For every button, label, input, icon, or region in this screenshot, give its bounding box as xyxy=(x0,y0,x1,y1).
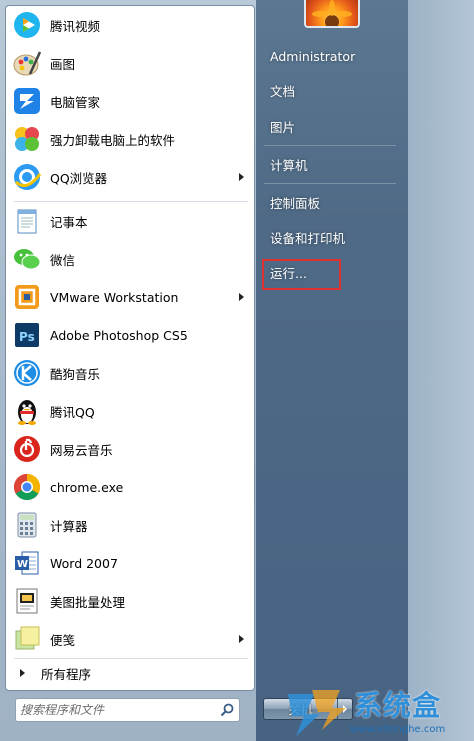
program-item-paint[interactable]: 画图 xyxy=(8,45,252,81)
vmware-icon xyxy=(11,281,43,313)
program-item-photoshop[interactable]: Ps Adobe Photoshop CS5 xyxy=(8,317,252,353)
program-item-chrome[interactable]: chrome.exe xyxy=(8,469,252,505)
places-item-computer[interactable]: 计算机 xyxy=(264,152,396,176)
program-label: VMware Workstation xyxy=(50,289,179,305)
program-label: 画图 xyxy=(50,56,76,72)
program-label: 酷狗音乐 xyxy=(50,366,101,382)
svg-text:Ps: Ps xyxy=(19,330,35,344)
program-item-notepad[interactable]: 记事本 xyxy=(8,203,252,239)
program-item-vmware[interactable]: VMware Workstation xyxy=(8,279,252,315)
divider xyxy=(14,658,248,659)
program-label: chrome.exe xyxy=(50,479,124,495)
user-avatar[interactable] xyxy=(304,0,360,28)
tencent-video-icon xyxy=(11,9,43,41)
expand-arrow-icon xyxy=(20,669,25,677)
program-item-meitu-batch[interactable]: 美图批量处理 xyxy=(8,583,252,619)
programs-pane: 腾讯视频 画图 电脑管家 强力卸载电脑上的软件 QQ浏览器 记事本 微信 VMw… xyxy=(5,5,255,691)
places-item-devices-printers[interactable]: 设备和打印机 xyxy=(264,225,396,249)
program-item-kugou[interactable]: 酷狗音乐 xyxy=(8,355,252,391)
program-label: 腾讯QQ xyxy=(50,404,95,420)
search-icon[interactable] xyxy=(220,703,234,717)
search-input[interactable] xyxy=(20,701,210,719)
watermark-url: www.xitonghe.com xyxy=(350,724,446,735)
pc-manager-icon xyxy=(11,85,43,117)
program-item-tencent-video[interactable]: 腾讯视频 xyxy=(8,7,252,43)
photoshop-icon: Ps xyxy=(11,319,43,351)
qq-browser-icon xyxy=(11,161,43,193)
program-item-uninstall[interactable]: 强力卸载电脑上的软件 xyxy=(8,121,252,157)
watermark-text: 系统盒 xyxy=(354,689,442,722)
uninstall-icon xyxy=(11,123,43,155)
desktop-edge xyxy=(408,0,474,741)
watermark: 系统盒 www.xitonghe.com xyxy=(286,684,472,740)
places-pane xyxy=(256,0,408,741)
submenu-arrow-icon[interactable] xyxy=(239,173,244,181)
places-item-pictures[interactable]: 图片 xyxy=(264,114,396,138)
all-programs-label: 所有程序 xyxy=(41,666,92,682)
divider xyxy=(264,183,396,184)
places-item-user[interactable]: Administrator xyxy=(264,44,396,68)
program-item-calculator[interactable]: 计算器 xyxy=(8,507,252,543)
meitu-batch-icon xyxy=(11,585,43,617)
start-menu: 腾讯视频 画图 电脑管家 强力卸载电脑上的软件 QQ浏览器 记事本 微信 VMw… xyxy=(0,0,474,741)
flower-picture-icon xyxy=(312,0,352,26)
paint-icon xyxy=(11,47,43,79)
program-label: 记事本 xyxy=(50,214,88,230)
divider xyxy=(14,201,248,202)
places-item-documents[interactable]: 文档 xyxy=(264,78,396,102)
program-item-qq-browser[interactable]: QQ浏览器 xyxy=(8,159,252,195)
program-item-netease-music[interactable]: 网易云音乐 xyxy=(8,431,252,467)
divider xyxy=(264,145,396,146)
program-item-pc-manager[interactable]: 电脑管家 xyxy=(8,83,252,119)
program-label: 电脑管家 xyxy=(50,94,101,110)
qq-penguin-icon xyxy=(11,395,43,427)
program-label: Word 2007 xyxy=(50,555,118,571)
sticky-notes-icon xyxy=(11,623,43,655)
program-label: QQ浏览器 xyxy=(50,170,108,186)
program-label: 腾讯视频 xyxy=(50,18,101,34)
all-programs-button[interactable]: 所有程序 xyxy=(8,662,252,684)
program-label: 微信 xyxy=(50,252,76,268)
wechat-icon xyxy=(11,243,43,275)
program-item-qq[interactable]: 腾讯QQ xyxy=(8,393,252,429)
program-label: 强力卸载电脑上的软件 xyxy=(50,132,176,148)
netease-music-icon xyxy=(11,433,43,465)
places-item-control-panel[interactable]: 控制面板 xyxy=(264,190,396,214)
program-item-wechat[interactable]: 微信 xyxy=(8,241,252,277)
program-label: Adobe Photoshop CS5 xyxy=(50,327,188,343)
submenu-arrow-icon[interactable] xyxy=(239,293,244,301)
watermark-logo-icon xyxy=(288,690,346,736)
run-highlight-box xyxy=(262,259,341,290)
notepad-icon xyxy=(11,205,43,237)
program-label: 计算器 xyxy=(50,518,88,534)
program-label: 网易云音乐 xyxy=(50,442,113,458)
search-box[interactable] xyxy=(15,698,240,722)
submenu-arrow-icon[interactable] xyxy=(239,635,244,643)
word-icon: W xyxy=(11,547,43,579)
program-item-word[interactable]: W Word 2007 xyxy=(8,545,252,581)
kugou-icon xyxy=(11,357,43,389)
svg-text:W: W xyxy=(17,559,28,570)
chrome-icon xyxy=(11,471,43,503)
program-label: 美图批量处理 xyxy=(50,594,126,610)
program-label: 便笺 xyxy=(50,632,76,648)
program-item-sticky-notes[interactable]: 便笺 xyxy=(8,621,252,657)
calculator-icon xyxy=(11,509,43,541)
